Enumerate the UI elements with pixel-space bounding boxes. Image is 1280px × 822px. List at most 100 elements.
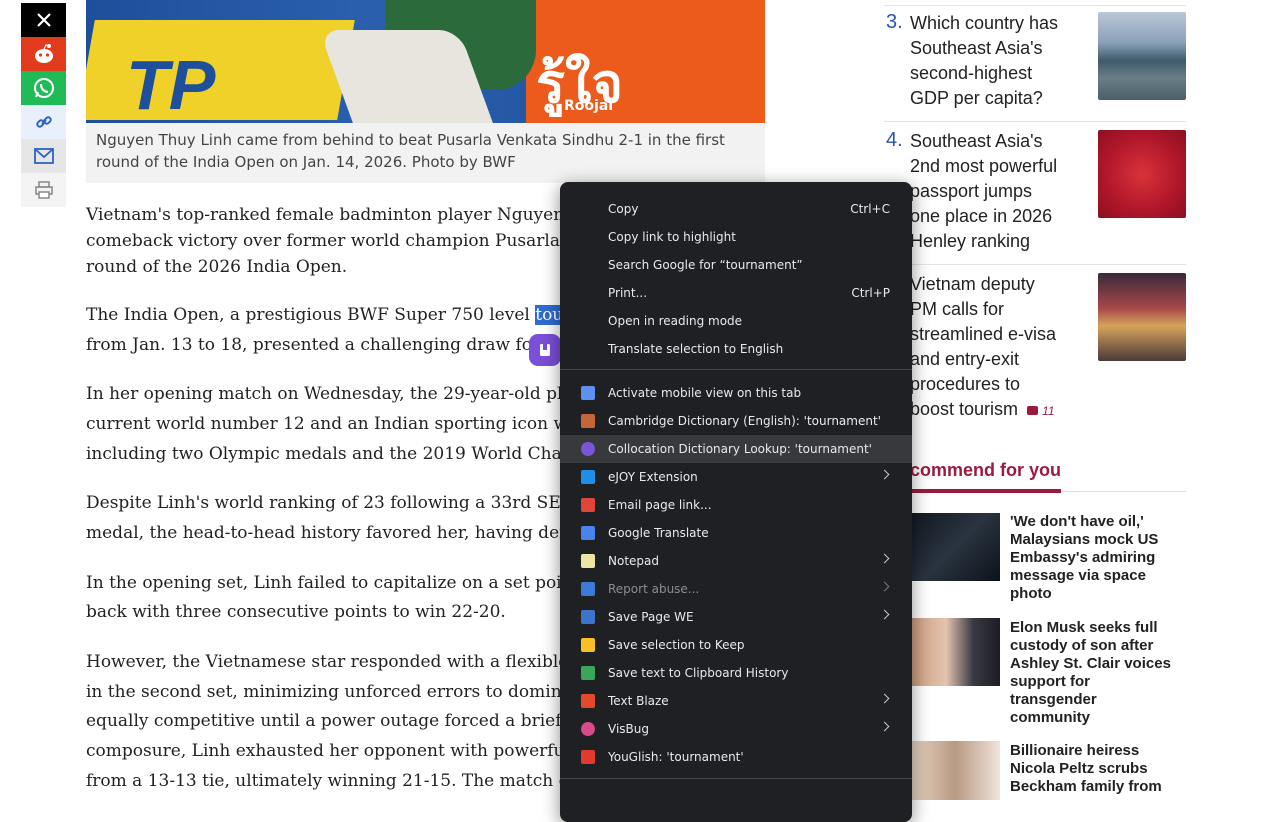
title-line: transgender (1010, 691, 1097, 708)
menu-item-copy[interactable]: Copy Ctrl+C (560, 195, 912, 223)
menu-item-copy-link-to-highlight[interactable]: Copy link to highlight (560, 223, 912, 251)
menu-item-label: eJOY Extension (608, 470, 698, 484)
photo-caption: Nguyen Thuy Linh came from behind to bea… (86, 123, 765, 183)
notepad-icon (581, 554, 595, 568)
menu-item-visbug[interactable]: VisBug (560, 715, 912, 743)
x-icon (36, 13, 51, 27)
menu-item-report-abuse[interactable]: Report abuse... (560, 575, 912, 603)
share-x-button[interactable] (21, 3, 66, 37)
paragraph-line: from a 13-13 tie, ultimately winning 21-… (86, 771, 612, 791)
menu-item-youglish[interactable]: YouGlish: 'tournament' (560, 743, 912, 771)
most-read-item-3[interactable]: Which country has Southeast Asia's secon… (910, 11, 1090, 111)
menu-item-collocation-dictionary[interactable]: Collocation Dictionary Lookup: 'tourname… (560, 435, 912, 463)
title-line: second-highest (910, 63, 1033, 83)
menu-item-mobile-view[interactable]: Activate mobile view on this tab (560, 379, 912, 407)
title-line: Beckham family from (1010, 778, 1162, 795)
email-icon (33, 148, 54, 164)
menu-item-label: Cambridge Dictionary (English): 'tournam… (608, 414, 881, 428)
menu-item-save-page-we[interactable]: Save Page WE (560, 603, 912, 631)
paragraph-line: back with three consecutive points to wi… (86, 602, 506, 622)
title-line: support for (1010, 673, 1090, 690)
title-line: procedures to (910, 374, 1021, 394)
menu-item-label: Email page link... (608, 498, 712, 512)
menu-item-notepad[interactable]: Notepad (560, 547, 912, 575)
share-email-button[interactable] (21, 139, 66, 173)
title-line: Billionaire heiress (1010, 742, 1140, 759)
menu-item-label: Search Google for “tournament” (608, 258, 803, 272)
paragraph-line: comeback victory over former world champ… (86, 231, 608, 251)
title-line: PM calls for (910, 299, 1005, 319)
menu-item-print[interactable]: Print... Ctrl+P (560, 279, 912, 307)
thumbnail-image[interactable] (910, 513, 1000, 581)
recommended-article[interactable]: 'We don't have oil,' Malaysians mock US … (1010, 513, 1186, 603)
title-line: Embassy's admiring (1010, 549, 1156, 566)
title-line: Malaysians mock US (1010, 531, 1159, 548)
paragraph-line: Despite Linh's world ranking of 23 follo… (86, 493, 603, 513)
text-blaze-icon (581, 694, 595, 708)
title-line: 2nd most powerful (910, 156, 1058, 176)
menu-item-clipboard-history[interactable]: Save text to Clipboard History (560, 659, 912, 687)
context-menu: Copy Ctrl+C Copy link to highlight Search… (560, 182, 912, 822)
menu-item-label: Copy link to highlight (608, 230, 736, 244)
comment-count[interactable]: 11 (1042, 404, 1054, 418)
gmail-icon (581, 498, 595, 512)
paragraph-line: The India Open, a prestigious BWF Super … (86, 305, 609, 325)
share-whatsapp-button[interactable] (21, 71, 66, 105)
most-read-item-4[interactable]: Southeast Asia's 2nd most powerful passp… (910, 129, 1090, 254)
menu-separator (560, 369, 912, 370)
title-line: photo (1010, 585, 1052, 602)
paragraph-line: In her opening match on Wednesday, the 2… (86, 384, 601, 404)
menu-item-translate[interactable]: Translate selection to English (560, 335, 912, 363)
thumbnail-image[interactable] (910, 618, 1000, 686)
submenu-arrow-icon (879, 693, 890, 704)
thumbnail-image[interactable] (1098, 130, 1186, 218)
print-icon (34, 181, 53, 199)
reading-mode-bubble[interactable] (529, 334, 561, 366)
menu-item-cambridge-dictionary[interactable]: Cambridge Dictionary (English): 'tournam… (560, 407, 912, 435)
heading-rule (1061, 491, 1186, 492)
title-line: and entry-exit (910, 349, 1020, 369)
ejoy-icon (581, 470, 595, 484)
submenu-arrow-icon (879, 581, 890, 592)
paragraph-line: In the opening set, Linh failed to capit… (86, 573, 606, 593)
paragraph-line: including two Olympic medals and the 201… (86, 444, 604, 464)
menu-item-reading-mode[interactable]: Open in reading mode (560, 307, 912, 335)
rail-divider (884, 264, 1186, 265)
submenu-arrow-icon (879, 469, 890, 480)
title-line: GDP per capita? (910, 88, 1043, 108)
menu-item-google-translate[interactable]: Google Translate (560, 519, 912, 547)
caption-line: round of the India Open on Jan. 14, 2026… (96, 153, 516, 171)
print-button[interactable] (21, 173, 66, 207)
whatsapp-icon (33, 78, 54, 98)
paragraph-line: However, the Vietnamese star responded w… (86, 652, 606, 672)
report-abuse-icon (581, 582, 595, 596)
menu-item-label: Translate selection to English (608, 342, 784, 356)
menu-item-label: YouGlish: 'tournament' (608, 750, 744, 764)
paragraph-line: composure, Linh exhausted her opponent w… (86, 741, 610, 761)
thumbnail-image[interactable] (910, 741, 1000, 800)
share-reddit-button[interactable] (21, 37, 66, 71)
menu-item-label: Google Translate (608, 526, 709, 540)
copy-link-button[interactable] (21, 105, 66, 139)
menu-item-email-page-link[interactable]: Email page link... (560, 491, 912, 519)
recommended-article[interactable]: Elon Musk seeks full custody of son afte… (1010, 619, 1186, 727)
book-icon (540, 344, 550, 356)
comment-icon (1027, 405, 1039, 415)
paragraph-line: round of the 2026 India Open. (86, 257, 348, 277)
title-line: Southeast Asia's (910, 131, 1043, 151)
article-photo: TP รู้ใจ Roojai (86, 0, 765, 123)
rank-number: 3. (886, 11, 903, 33)
recommended-article[interactable]: Billionaire heiress Nicola Peltz scrubs … (1010, 742, 1186, 796)
menu-item-save-to-keep[interactable]: Save selection to Keep (560, 631, 912, 659)
title-text: boost tourism (910, 399, 1019, 419)
most-read-item-5[interactable]: Vietnam deputy PM calls for streamlined … (910, 272, 1090, 424)
collocation-dictionary-icon (581, 442, 595, 456)
save-page-we-icon (581, 610, 595, 624)
menu-item-search-google[interactable]: Search Google for “tournament” (560, 251, 912, 279)
menu-item-ejoy[interactable]: eJOY Extension (560, 463, 912, 491)
title-line: Nicola Peltz scrubs (1010, 760, 1148, 777)
rail-divider (884, 5, 1186, 6)
menu-item-text-blaze[interactable]: Text Blaze (560, 687, 912, 715)
thumbnail-image[interactable] (1098, 12, 1186, 100)
thumbnail-image[interactable] (1098, 273, 1186, 361)
